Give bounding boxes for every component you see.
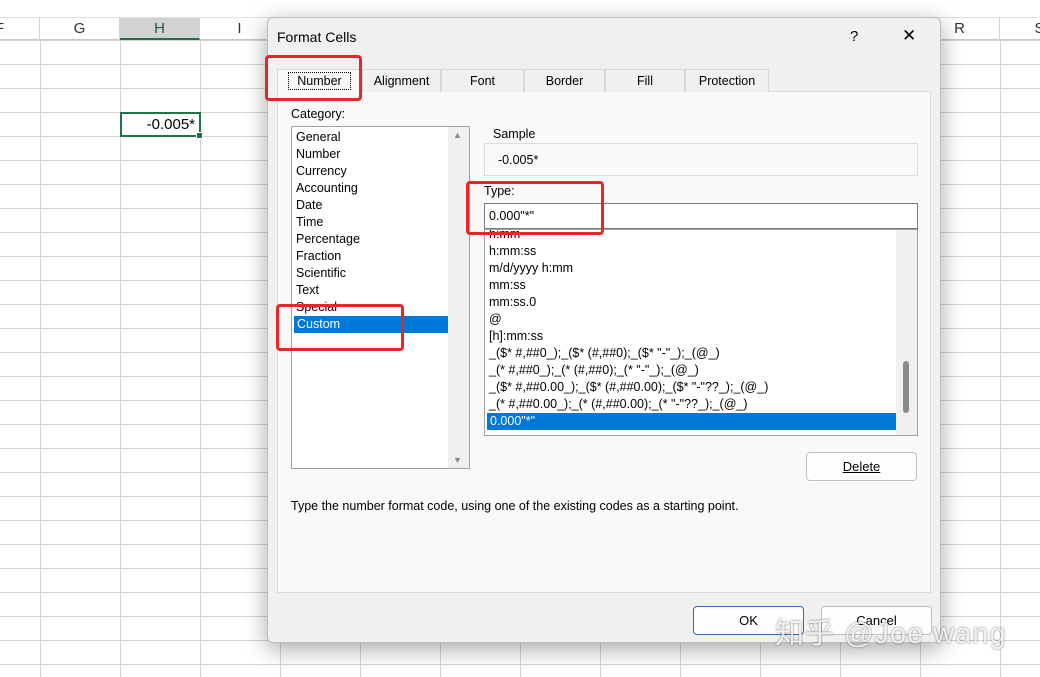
category-item-fraction[interactable]: Fraction [296,248,341,265]
selected-cell-h[interactable]: -0.005* [120,112,203,139]
tab-alignment[interactable]: Alignment [362,69,441,92]
format-code-item[interactable]: mm:ss.0 [489,294,536,311]
category-item-percentage[interactable]: Percentage [296,231,360,248]
format-code-item[interactable]: h:mm:ss [489,243,536,260]
help-button[interactable]: ? [850,28,858,45]
format-code-item[interactable]: _($* #,##0_);_($* (#,##0);_($* "-"_);_(@… [489,345,720,362]
category-item-accounting[interactable]: Accounting [296,180,358,197]
format-code-item[interactable]: _(* #,##0.00_);_(* (#,##0.00);_(* "-"??_… [489,396,748,413]
category-item-text[interactable]: Text [296,282,319,299]
category-item-time[interactable]: Time [296,214,323,231]
watermark: 知乎 @Joe wang [775,618,1007,650]
format-code-item[interactable]: @ [489,311,502,328]
category-item-scientific[interactable]: Scientific [296,265,346,282]
column-header-h[interactable]: H [120,18,200,40]
category-item-number[interactable]: Number [296,146,340,163]
category-item-currency[interactable]: Currency [296,163,347,180]
format-code-item[interactable]: mm:ss [489,277,526,294]
highlight-number-tab [265,55,362,101]
format-list-scrollbar[interactable] [896,230,917,435]
format-code-item[interactable]: 0.000"*" [487,413,897,430]
column-header-s[interactable]: S [1000,18,1040,40]
category-list[interactable]: ▲ ▼ General Number Currency Accounting Date T… [291,126,470,469]
column-header-f[interactable]: F [0,18,40,40]
tab-border[interactable]: Border [524,69,605,92]
column-header-g[interactable]: G [40,18,120,40]
format-code-list[interactable]: 0.000"*" _(* #,##0.00_);_(* (#,##0.00);_(… [484,229,918,436]
format-code-item[interactable]: _(* #,##0_);_(* (#,##0);_(* "-"_);_(@_) [489,362,699,379]
description-text: Type the number format code, using one o… [291,499,739,513]
tab-protection[interactable]: Protection [685,69,769,92]
dialog-title: Format Cells [277,29,357,45]
scroll-up-icon[interactable]: ▲ [453,130,462,140]
format-code-item[interactable]: m/d/yyyy h:mm [489,260,573,277]
category-scrollbar[interactable]: ▲ ▼ [448,127,469,468]
category-item-date[interactable]: Date [296,197,322,214]
ribbon-edge [0,0,1040,17]
sample-value: -0.005* [498,153,539,167]
tab-fill[interactable]: Fill [605,69,685,92]
highlight-custom-category [276,304,404,351]
sample-group [484,143,918,176]
close-icon[interactable]: ✕ [902,26,916,46]
tab-font[interactable]: Font [441,69,524,92]
format-code-item[interactable]: _($* #,##0.00_);_($* (#,##0.00);_($* "-"… [489,379,768,396]
scroll-down-icon[interactable]: ▼ [453,455,462,465]
highlight-type-field [466,181,604,235]
category-label: Category: [291,107,346,121]
delete-button[interactable]: Delete [806,452,917,481]
sample-label: Sample [490,127,539,141]
scrollbar-thumb[interactable] [903,361,909,413]
category-item-general[interactable]: General [296,129,340,146]
format-code-item[interactable]: [h]:mm:ss [489,328,543,345]
